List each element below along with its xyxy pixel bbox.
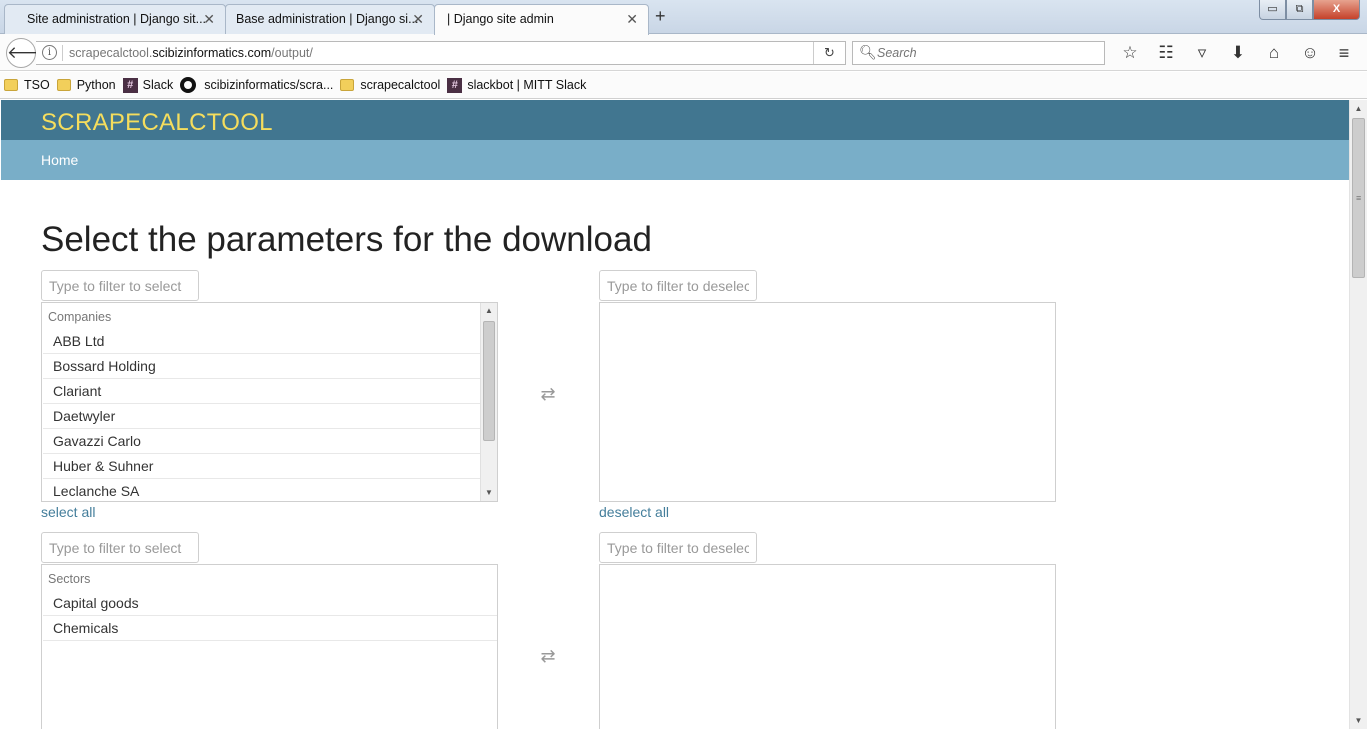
restore-icon[interactable]: ⧉ (1286, 0, 1313, 20)
bookmark-label: scibizinformatics/scra... (204, 78, 334, 92)
list-item[interactable]: ABB Ltd (43, 329, 481, 354)
browser-tab-site-administration[interactable]: Site administration | Django sit... ✕ (4, 4, 226, 34)
scrollbar-thumb[interactable] (483, 321, 495, 441)
swap-arrows-icon[interactable]: ⇄ (536, 646, 560, 666)
tab-title: Base administration | Django si... (236, 12, 419, 26)
url-prefix: scrapecalctool. (69, 46, 153, 60)
scroll-down-arrow-icon[interactable]: ▼ (481, 485, 497, 501)
site-title: SCRAPECALCTOOL (41, 109, 273, 136)
page-content: SCRAPECALCTOOL Home Select the parameter… (0, 100, 1349, 729)
list-item[interactable]: Chemicals (43, 616, 497, 641)
close-tab-icon[interactable]: ✕ (203, 11, 215, 28)
scrollbar-thumb[interactable]: ≡ (1352, 118, 1365, 278)
home-icon[interactable]: ⌂ (1256, 42, 1292, 64)
folder-icon (56, 79, 71, 91)
search-icon: 🔍︎ (859, 44, 877, 60)
companies-select-filter-input[interactable] (41, 270, 199, 301)
scroll-down-arrow-icon[interactable]: ▼ (1350, 712, 1367, 729)
bookmark-slackbot[interactable]: # slackbot | MITT Slack (447, 77, 587, 93)
tab-title: Site administration | Django sit... (27, 12, 207, 26)
hamburger-menu-icon[interactable]: ≡ (1333, 42, 1355, 64)
browser-search-input[interactable] (877, 44, 1097, 62)
browser-search-bar[interactable]: 🔍︎ (852, 41, 1105, 65)
url-bar[interactable]: i scrapecalctool.scibizinformatics.com/o… (36, 41, 846, 65)
reading-list-icon[interactable]: ☷ (1148, 42, 1184, 64)
minimize-icon[interactable]: ▭ (1259, 0, 1286, 20)
new-tab-button[interactable]: + (655, 6, 666, 27)
url-domain: scibizinformatics.com (152, 46, 272, 60)
deselect-all-link[interactable]: deselect all (599, 504, 669, 520)
list-item[interactable]: Capital goods (43, 591, 497, 616)
url-text[interactable]: scrapecalctool.scibizinformatics.com/out… (69, 46, 313, 60)
sectors-selected-list[interactable] (599, 564, 1056, 729)
url-path: /output/ (271, 46, 313, 60)
close-tab-icon[interactable]: ✕ (412, 11, 424, 28)
companies-selected-list[interactable] (599, 302, 1056, 502)
sectors-available-list[interactable]: Sectors Capital goods Chemicals (41, 564, 498, 729)
list-item[interactable]: Clariant (43, 379, 481, 404)
nav-home-link[interactable]: Home (41, 152, 78, 168)
bookmark-python[interactable]: Python (56, 78, 116, 92)
grip-icon: ≡ (1356, 193, 1362, 203)
page-scrollbar[interactable]: ▲ ≡ ▼ (1349, 100, 1367, 729)
browser-tab-base-administration[interactable]: Base administration | Django si... ✕ (225, 4, 435, 34)
url-divider (62, 45, 63, 61)
bookmark-label: TSO (24, 78, 50, 92)
companies-deselect-filter-input[interactable] (599, 270, 757, 301)
back-arrow-icon[interactable]: 🡐 (6, 38, 53, 68)
swap-arrows-icon[interactable]: ⇄ (536, 384, 560, 404)
sectors-select-filter-input[interactable] (41, 532, 199, 563)
list-item[interactable]: Bossard Holding (43, 354, 481, 379)
scroll-up-arrow-icon[interactable]: ▲ (481, 303, 497, 319)
window-close-icon[interactable]: X (1313, 0, 1360, 20)
bookmark-label: scrapecalctool (360, 78, 441, 92)
bookmark-scrapecalctool[interactable]: scrapecalctool (340, 78, 440, 92)
bookmark-label: Slack (142, 78, 174, 92)
list-item[interactable]: Gavazzi Carlo (43, 429, 481, 454)
select-all-link[interactable]: select all (41, 504, 95, 520)
site-header: SCRAPECALCTOOL (1, 100, 1349, 140)
folder-icon (4, 79, 18, 91)
companies-list-scrollbar[interactable]: ▲ ▼ (480, 303, 497, 501)
bookmark-label: Python (76, 78, 116, 92)
folder-icon (340, 79, 355, 91)
list-item[interactable]: Leclanche SA (43, 479, 481, 501)
window-controls: ▭ ⧉ X (1259, 0, 1360, 21)
hello-icon[interactable]: ☺ (1292, 42, 1328, 64)
page-title: Select the parameters for the download (41, 220, 652, 259)
slack-icon: # (447, 77, 463, 93)
tab-title: | Django site admin (447, 12, 554, 26)
star-icon[interactable]: ☆ (1112, 42, 1148, 64)
browser-tab-bar: Site administration | Django sit... ✕ Ba… (0, 0, 1367, 35)
bookmark-github[interactable]: scibizinformatics/scra... (180, 77, 333, 93)
companies-group-label: Companies (48, 310, 112, 324)
browser-navigation-bar: 🡐 i scrapecalctool.scibizinformatics.com… (0, 34, 1367, 71)
site-nav: Home (1, 140, 1349, 180)
browser-tab-django-site-admin[interactable]: | Django site admin ✕ (434, 4, 649, 35)
slack-icon: # (122, 77, 138, 93)
github-icon (180, 77, 197, 93)
list-item[interactable]: Huber & Suhner (43, 454, 481, 479)
info-icon[interactable]: i (42, 45, 57, 60)
reload-icon[interactable]: ↻ (813, 42, 845, 64)
scroll-up-arrow-icon[interactable]: ▲ (1350, 100, 1367, 117)
sectors-deselect-filter-input[interactable] (599, 532, 757, 563)
bookmark-slack[interactable]: # Slack (122, 77, 174, 93)
list-item[interactable]: Daetwyler (43, 404, 481, 429)
sectors-group-label: Sectors (48, 572, 91, 586)
companies-available-list[interactable]: Companies ABB Ltd Bossard Holding Claria… (41, 302, 498, 502)
bookmark-label: slackbot | MITT Slack (467, 78, 587, 92)
close-tab-icon[interactable]: ✕ (626, 11, 638, 28)
browser-toolbar-icons: ☆ ☷ ▿ ⬇︎ ⌂ ☺ (1112, 42, 1328, 64)
pocket-icon[interactable]: ▿ (1184, 42, 1220, 64)
download-icon[interactable]: ⬇︎ (1220, 42, 1256, 64)
bookmark-tso[interactable]: TSO (4, 78, 50, 92)
bookmarks-bar: TSO Python # Slack scibizinformatics/scra… (0, 72, 1367, 99)
